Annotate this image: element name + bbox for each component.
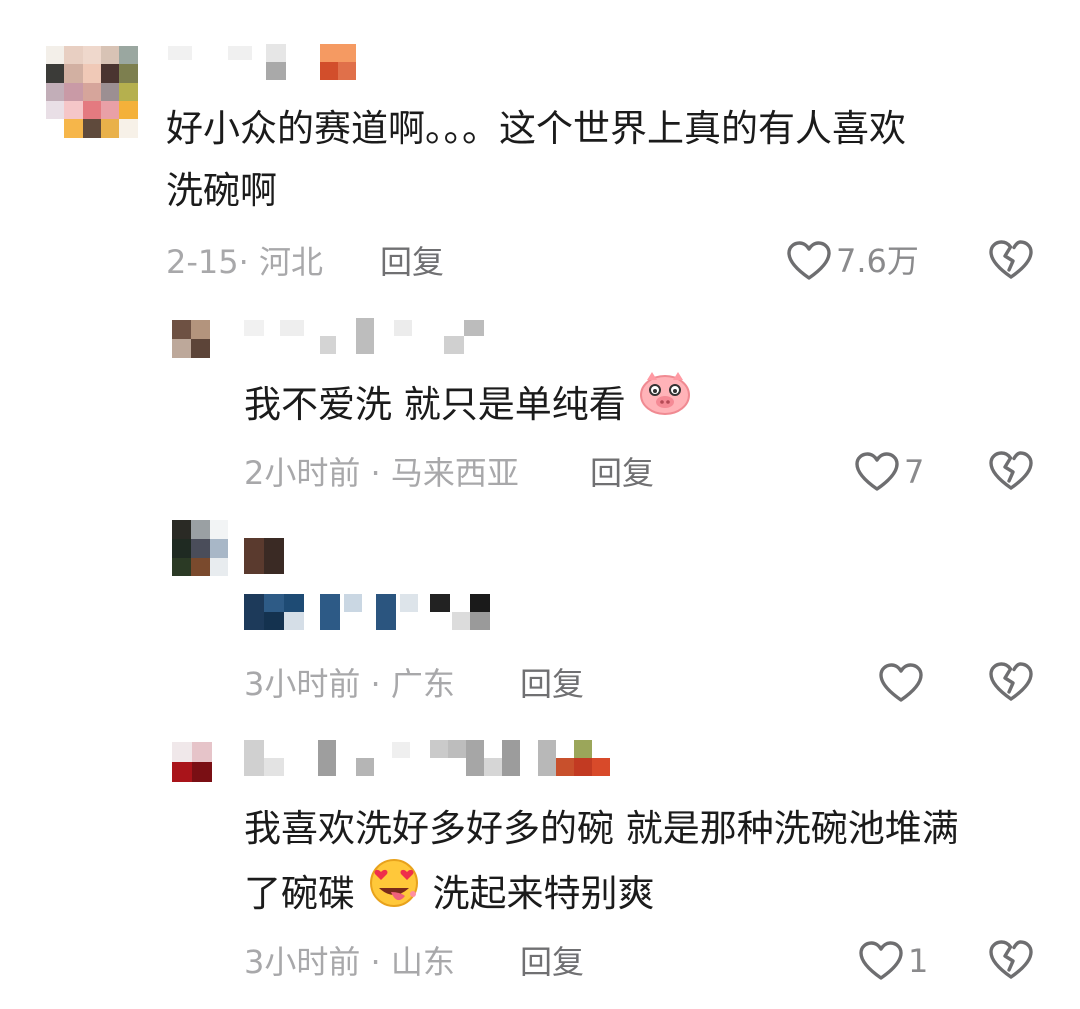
comment-list: 好小众的赛道啊。。。这个世界上真的有人喜欢 洗碗啊 2-15· 河北 回复 7.… bbox=[0, 0, 1080, 1009]
comment-text-line: 我喜欢洗好多好多的碗 就是那种洗碗池堆满 bbox=[244, 807, 959, 850]
comment-text-line: 洗起来特别爽 bbox=[432, 872, 655, 915]
heart-eyes-tongue-emoji bbox=[367, 856, 421, 927]
broken-heart-icon bbox=[988, 662, 1034, 707]
like-count: 7.6万 bbox=[836, 242, 919, 280]
like-button[interactable]: 7 bbox=[854, 451, 924, 493]
time-location: 3小时前 · 山东 bbox=[244, 943, 455, 981]
comment-text-blurred bbox=[244, 594, 504, 634]
broken-heart-icon bbox=[988, 451, 1034, 496]
dislike-button[interactable] bbox=[988, 661, 1034, 707]
pig-face-emoji bbox=[638, 370, 692, 435]
username[interactable] bbox=[244, 536, 294, 576]
heart-outline-icon bbox=[858, 940, 904, 982]
avatar[interactable] bbox=[172, 320, 210, 358]
time-location: 2小时前 · 马来西亚 bbox=[244, 454, 519, 492]
heart-outline-icon bbox=[854, 451, 900, 493]
comment-text-line: 我不爱洗 就只是单纯看 bbox=[244, 383, 626, 426]
time-location: 2-15· 河北 bbox=[166, 243, 323, 281]
dislike-button[interactable] bbox=[988, 939, 1034, 985]
avatar[interactable] bbox=[172, 520, 228, 576]
dislike-button[interactable] bbox=[988, 239, 1034, 285]
like-button[interactable] bbox=[878, 662, 928, 704]
username[interactable] bbox=[244, 740, 624, 780]
like-count: 1 bbox=[908, 942, 929, 980]
reply-button[interactable]: 回复 bbox=[520, 664, 584, 704]
comment-text-line: 了碗碟 bbox=[244, 872, 355, 915]
time-location: 3小时前 · 广东 bbox=[244, 665, 455, 703]
avatar[interactable] bbox=[46, 46, 138, 138]
comment-text-line: 洗碗啊 bbox=[166, 169, 277, 212]
comment-text: 我不爱洗 就只是单纯看 bbox=[244, 372, 692, 439]
reply-button[interactable]: 回复 bbox=[380, 242, 444, 282]
like-count: 7 bbox=[904, 453, 925, 491]
like-button[interactable]: 7.6万 bbox=[786, 240, 919, 282]
heart-outline-icon bbox=[878, 662, 924, 704]
broken-heart-icon bbox=[988, 240, 1034, 285]
broken-heart-icon bbox=[988, 940, 1034, 985]
username[interactable] bbox=[168, 44, 368, 84]
like-button[interactable]: 1 bbox=[858, 940, 928, 982]
dislike-button[interactable] bbox=[988, 450, 1034, 496]
comment-text-line: 好小众的赛道啊。。。这个世界上真的有人喜欢 bbox=[166, 107, 906, 150]
reply-button[interactable]: 回复 bbox=[590, 453, 654, 493]
comment-text: 好小众的赛道啊。。。这个世界上真的有人喜欢 洗碗啊 bbox=[166, 98, 906, 222]
heart-outline-icon bbox=[786, 240, 832, 282]
username[interactable] bbox=[244, 318, 494, 358]
comment-text: 我喜欢洗好多好多的碗 就是那种洗碗池堆满 了碗碟 洗起来特别爽 bbox=[244, 798, 959, 931]
avatar[interactable] bbox=[172, 742, 212, 782]
reply-button[interactable]: 回复 bbox=[520, 942, 584, 982]
